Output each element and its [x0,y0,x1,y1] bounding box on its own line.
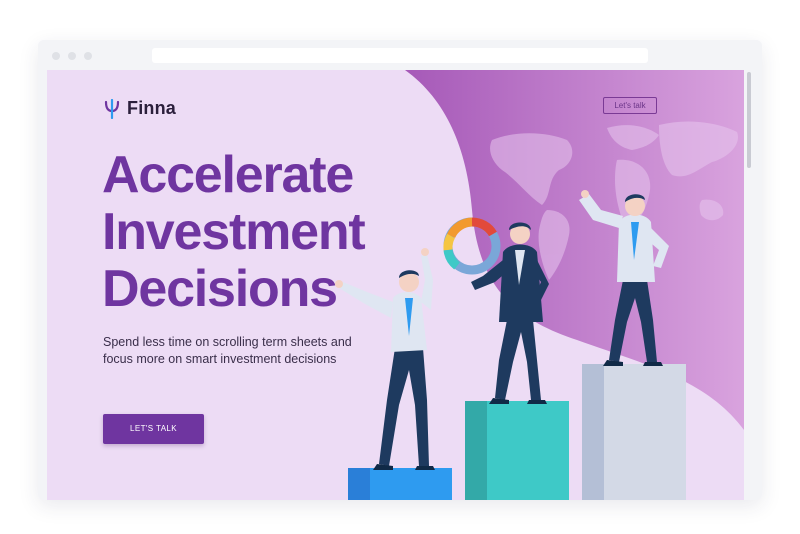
window-dot-maximize[interactable] [84,52,92,60]
podium-illustration [335,190,686,500]
donut-chart-icon [443,217,501,275]
businessman-left-figure [335,248,435,470]
podium-blue [348,468,452,500]
window-dot-minimize[interactable] [68,52,76,60]
podium-teal [465,401,569,500]
scrollbar-thumb[interactable] [747,72,751,168]
browser-toolbar [38,40,762,70]
window-dot-close[interactable] [52,52,60,60]
businessman-right-figure [579,190,669,366]
address-bar[interactable] [152,48,648,63]
businessman-middle-figure [443,217,549,404]
podium-grey [582,364,686,500]
page-viewport: Finna Let's talk Accelerate Investment D… [47,70,744,500]
browser-window: Finna Let's talk Accelerate Investment D… [38,40,762,500]
vertical-scrollbar[interactable] [745,70,753,500]
